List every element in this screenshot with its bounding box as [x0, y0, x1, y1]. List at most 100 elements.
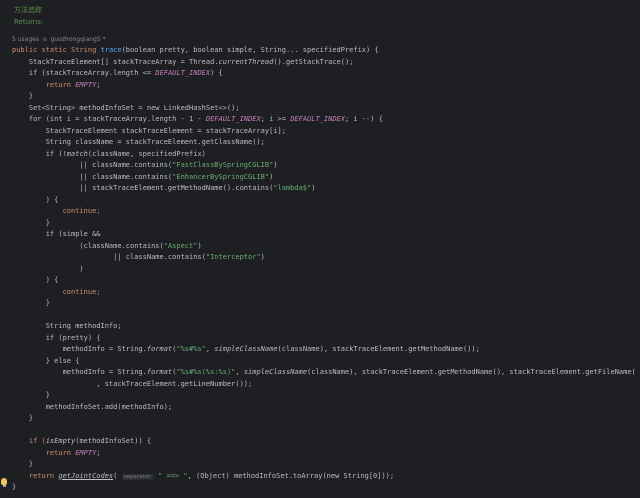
code-token: DEFAULT_INDEX — [205, 115, 261, 123]
code-token: "Aspect" — [163, 241, 198, 250]
method-params: (boolean pretty, boolean simple, String.… — [121, 46, 379, 54]
code-token: "Interceptor" — [205, 253, 261, 261]
code-token: "EnhancerBySpringCGLIB" — [172, 172, 270, 181]
usages-link[interactable]: 5 usages — [12, 36, 39, 43]
code-line-7: for (int i = stackTraceArray.length - 1 … — [12, 114, 640, 126]
code-line-25: String methodInfo; — [12, 322, 122, 330]
parameter-hint: separator: — [121, 473, 154, 480]
code-line-3: if (stackTraceArray.length <= DEFAULT_IN… — [12, 68, 640, 80]
method-name: trace — [100, 46, 122, 54]
author-icon: ⍝ — [42, 36, 47, 43]
code-line-21: ) { — [12, 276, 59, 284]
code-token: if (stackTraceArray.length <= — [12, 69, 156, 77]
code-line-2: StackTraceElement[] stackTraceArray = Th… — [12, 57, 640, 69]
code-token: EMPTY — [75, 80, 97, 89]
code-line-10: if (!match(className, specifiedPrefix) — [12, 149, 640, 161]
code-line-31: } — [12, 391, 50, 399]
code-token: ) — [311, 184, 316, 192]
code-line-39: } — [12, 483, 17, 491]
code-token: ) — [260, 253, 265, 261]
code-token: if ( — [12, 437, 46, 445]
code-area[interactable]: public static String trace(boolean prett… — [12, 45, 640, 494]
code-token: ( — [113, 471, 122, 480]
code-line-17: if (simple && — [12, 230, 101, 238]
code-line-28: } else { — [12, 356, 80, 365]
code-token: (className), stackTraceElement.getMethod… — [277, 345, 480, 353]
code-token: ; i --) { — [344, 115, 383, 123]
code-token: ().getStackTrace(); — [273, 57, 354, 66]
code-line-23: } — [12, 299, 50, 307]
code-token: ; i >= — [260, 115, 291, 123]
code-line-11: || className.contains("FastClassBySpring… — [12, 160, 640, 172]
lightbulb-icon[interactable] — [1, 478, 7, 487]
code-line-12: || className.contains("EnhancerBySpringC… — [12, 172, 640, 184]
code-line-5: } — [12, 92, 34, 100]
code-token: || className.contains( — [12, 253, 206, 261]
code-token: getJointCodes — [58, 471, 114, 480]
code-line-38: return getJointCodes( separator: " ==> "… — [12, 471, 640, 483]
code-token: DEFAULT_INDEX — [155, 69, 211, 77]
code-token: format — [146, 368, 173, 376]
code-token: methodInfo = String. — [12, 345, 147, 353]
code-line-4: return EMPTY; — [12, 80, 640, 92]
code-line-36: return EMPTY; — [12, 448, 640, 460]
rendered-doc-comment: 方法追踪 Returns: — [14, 4, 74, 34]
code-token: "%s#%s(%s:%s)" — [176, 368, 236, 376]
code-line-22: continue; — [12, 287, 101, 296]
code-token: (className.contains( — [12, 241, 164, 250]
code-token: DEFAULT_INDEX — [290, 115, 345, 123]
code-token: simpleClassName — [243, 368, 308, 376]
author-link[interactable]: guozhongqiang5 * — [51, 36, 106, 43]
code-line-9: String className = stackTraceElement.get… — [12, 138, 265, 146]
code-line-33: } — [12, 414, 34, 422]
code-token: , — [235, 368, 244, 376]
code-token: (className), stackTraceElement.getMethod… — [307, 368, 640, 376]
code-token: ) — [269, 172, 274, 181]
code-line-1: public static String trace(boolean prett… — [12, 45, 640, 57]
code-line-6: Set<String> methodInfoSet = new LinkedHa… — [12, 103, 240, 112]
code-token: format — [146, 345, 173, 353]
code-line-16: } — [12, 218, 50, 227]
code-editor[interactable]: 方法追踪 Returns: 5 usages ⍝ guozhongqiang5 * … — [0, 0, 640, 498]
code-token: || className.contains( — [12, 161, 173, 169]
code-token: if (! — [12, 149, 67, 158]
code-token: ) — [197, 241, 202, 250]
code-token: isEmpty — [45, 437, 76, 445]
code-token: methodInfo = String. — [12, 368, 147, 376]
code-token: currentThread — [218, 57, 274, 66]
code-line-30: , stackTraceElement.getLineNumber()); — [12, 379, 253, 388]
code-token: ) { — [210, 69, 223, 77]
code-token: (className, specifiedPrefix) — [87, 149, 206, 158]
code-token: EMPTY — [75, 448, 97, 457]
code-line-27: methodInfo = String.format("%s#%s", simp… — [12, 344, 640, 356]
code-token: ; — [96, 448, 101, 457]
code-line-14: ) { — [12, 195, 59, 204]
doc-comment-returns: Returns: — [14, 18, 44, 26]
code-token: StackTraceElement[] stackTraceArray = Th… — [12, 57, 219, 66]
code-token: , (Object) methodInfoSet.toArray(new Str… — [187, 471, 395, 480]
code-token: ) — [273, 161, 278, 169]
code-token: "lambda$" — [273, 184, 312, 192]
code-line-32: methodInfoSet.add(methodInfo); — [12, 402, 173, 411]
code-token: ; — [96, 80, 101, 89]
code-token: match — [66, 149, 88, 158]
code-line-26: if (pretty) { — [12, 333, 101, 342]
code-token: "%s#%s" — [176, 345, 206, 353]
code-token: (methodInfoSet)) { — [75, 437, 152, 445]
code-line-13: || stackTraceElement.getMethodName().con… — [12, 183, 640, 195]
code-line-37: } — [12, 460, 34, 468]
code-token: return — [12, 448, 76, 457]
code-line-20: ) — [12, 264, 84, 273]
code-line-35: if (isEmpty(methodInfoSet)) { — [12, 436, 640, 448]
method-modifiers: public static String — [12, 46, 101, 54]
code-line-8: StackTraceElement stackTraceElement = st… — [12, 126, 286, 135]
code-token: return — [12, 471, 59, 480]
code-line-18: (className.contains("Aspect") — [12, 241, 640, 253]
code-token: || stackTraceElement.getMethodName().con… — [12, 184, 274, 192]
code-token: || className.contains( — [12, 172, 173, 181]
vertical-scrollbar[interactable] — [636, 0, 640, 498]
code-line-29: methodInfo = String.format("%s#%s(%s:%s)… — [12, 367, 640, 379]
code-token: " ==> " — [153, 471, 188, 480]
